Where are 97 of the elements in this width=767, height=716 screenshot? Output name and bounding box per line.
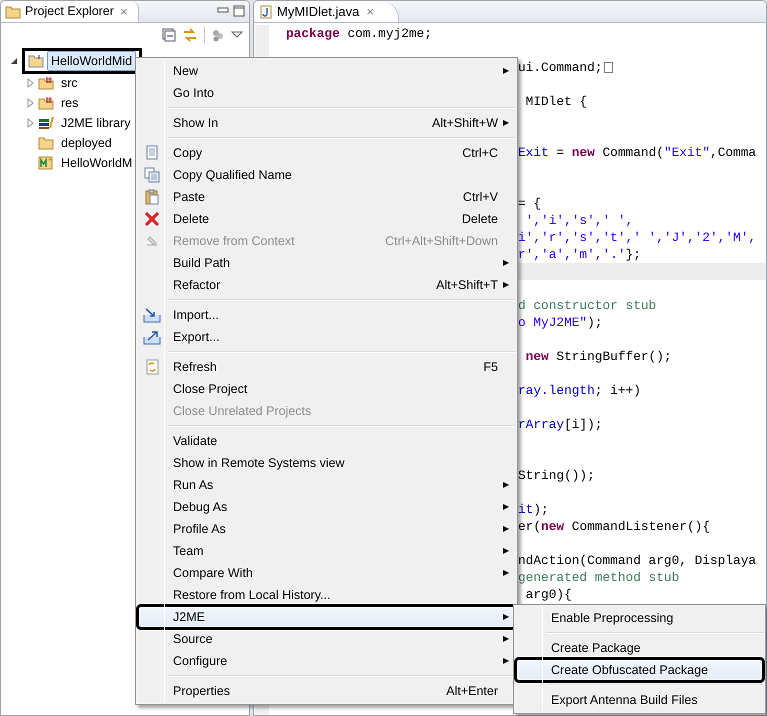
menu-item[interactable]: Profile As ▶: [138, 518, 515, 540]
refresh-icon: [144, 359, 160, 375]
collapse-all-icon[interactable]: [162, 28, 176, 42]
menu-item[interactable]: Delete Delete: [138, 208, 515, 230]
java-file-icon: [260, 4, 272, 18]
collapsed-arrow-icon[interactable]: [25, 118, 35, 128]
code-line: er(new CommandListener(){: [518, 518, 710, 535]
close-button[interactable]: ×: [118, 5, 130, 18]
menu-item[interactable]: Enable Preprocessing: [516, 607, 763, 629]
code-line: ndAction(Command arg0, Displaya: [518, 552, 756, 569]
menu-item[interactable]: New ▶: [138, 60, 515, 82]
menu-item[interactable]: Team ▶: [138, 540, 515, 562]
menu-item[interactable]: J2ME ▶: [138, 606, 515, 628]
tree-item[interactable]: deployed: [57, 132, 116, 154]
folder-icon: [5, 4, 21, 18]
folded-code-icon[interactable]: [604, 62, 614, 73]
tree-item[interactable]: src: [57, 72, 82, 94]
books-icon: [38, 116, 54, 130]
code-line: ray.length; i++): [518, 382, 641, 399]
menu-item[interactable]: Build Path ▶: [138, 252, 515, 274]
code-line: ','i','s',' ',: [524, 212, 634, 229]
code-line: ui.Command;: [518, 59, 602, 76]
submenu-arrow-icon: ▶: [498, 501, 514, 513]
submenu-arrow-icon: ▶: [498, 65, 514, 77]
code-line: it);: [518, 501, 549, 518]
code-line: i','r','s','t',' ','J','2','M',: [518, 229, 756, 246]
code-line: arg0){: [524, 586, 572, 603]
menu-item[interactable]: Properties Alt+Enter: [138, 680, 515, 702]
code-line: r','a','m','.'};: [518, 246, 641, 263]
submenu-arrow-icon: ▶: [498, 257, 514, 269]
menu-item[interactable]: Create Obfuscated Package: [516, 659, 763, 681]
delete-icon: [144, 211, 160, 227]
code-line: MIDlet {: [524, 93, 588, 110]
clipboard-icon: [144, 189, 160, 205]
panel-title: Project Explorer: [25, 3, 114, 20]
submenu-arrow-icon: ▶: [498, 479, 514, 491]
menu-item[interactable]: Export Antenna Build Files: [516, 689, 763, 711]
menu-item[interactable]: Configure ▶: [138, 650, 515, 672]
link-arrows-icon[interactable]: [182, 28, 198, 42]
code-line: = {: [518, 195, 542, 212]
copy-icon: [144, 145, 160, 161]
menu-item[interactable]: Validate: [138, 430, 515, 452]
tree-item[interactable]: HelloWorldMid: [47, 50, 136, 72]
code-line: d constructor stub: [518, 297, 656, 314]
menu-item[interactable]: Copy Qualified Name: [138, 164, 515, 186]
menu-item[interactable]: Source ▶: [138, 628, 515, 650]
collapsed-arrow-icon[interactable]: [25, 78, 35, 88]
submenu-arrow-icon: ▶: [498, 611, 514, 623]
tree-item[interactable]: HelloWorldM: [57, 152, 136, 174]
copy-icon: [144, 167, 160, 183]
editor-tab[interactable]: MyMIDlet.java ×: [254, 1, 399, 22]
package-folder-icon: [38, 76, 54, 90]
menu-item[interactable]: Go Into: [138, 82, 515, 104]
menu-item[interactable]: Close Project: [138, 378, 515, 400]
code-line: String());: [518, 467, 595, 484]
submenu-arrow-icon: ▶: [498, 545, 514, 557]
explorer-tab[interactable]: Project Explorer ×: [1, 1, 139, 22]
tab-title: MyMIDlet.java: [277, 2, 360, 21]
tree-item[interactable]: res: [57, 92, 82, 114]
menu-item[interactable]: Show in Remote Systems view: [138, 452, 515, 474]
menu-item[interactable]: Import...: [138, 304, 515, 326]
menu-item[interactable]: Debug As ▶: [138, 496, 515, 518]
menu-item[interactable]: Copy Ctrl+C: [138, 142, 515, 164]
import-icon: [143, 307, 161, 323]
submenu-arrow-icon: ▶: [498, 117, 514, 129]
submenu-arrow-icon: ▶: [498, 523, 514, 535]
menu-item[interactable]: Paste Ctrl+V: [138, 186, 515, 208]
submenu-arrow-icon: ▶: [498, 633, 514, 645]
code-line: o MyJ2ME");: [518, 314, 602, 331]
submenu-arrow-icon: ▶: [498, 279, 514, 291]
midlet-file-icon: [38, 156, 54, 170]
view-menu-icon[interactable]: [231, 31, 243, 39]
menu-item[interactable]: Refactor Alt+Shift+T ▶: [138, 274, 515, 296]
folder-icon: [38, 136, 54, 150]
collapsed-arrow-icon[interactable]: [25, 98, 35, 108]
code-line: Exit = new Command("Exit",Comma: [518, 144, 756, 161]
export-icon: [143, 329, 161, 345]
submenu-arrow-icon: ▶: [498, 655, 514, 667]
submenu-arrow-icon: ▶: [498, 567, 514, 579]
project-folder-icon: [28, 54, 44, 68]
minimize-icon[interactable]: [217, 5, 229, 15]
close-button[interactable]: ×: [364, 5, 376, 18]
maximize-icon[interactable]: [233, 5, 245, 17]
menu-item[interactable]: Restore from Local History...: [138, 584, 515, 606]
menu-item[interactable]: Refresh F5: [138, 356, 515, 378]
code-line: new StringBuffer();: [524, 348, 672, 365]
menu-item[interactable]: Export...: [138, 326, 515, 348]
code-line: generated method stub: [518, 569, 680, 586]
expanded-arrow-icon[interactable]: [9, 56, 19, 66]
menu-item[interactable]: Run As ▶: [138, 474, 515, 496]
code-line: rArray[i]);: [518, 416, 602, 433]
tree-item[interactable]: J2ME library: [57, 112, 134, 134]
menu-item[interactable]: Show In Alt+Shift+W ▶: [138, 112, 515, 134]
menu-item[interactable]: Compare With ▶: [138, 562, 515, 584]
package-folder-icon: [38, 96, 54, 110]
menu-item[interactable]: Create Package: [516, 637, 763, 659]
code-line: package com.myj2me;: [286, 25, 432, 42]
